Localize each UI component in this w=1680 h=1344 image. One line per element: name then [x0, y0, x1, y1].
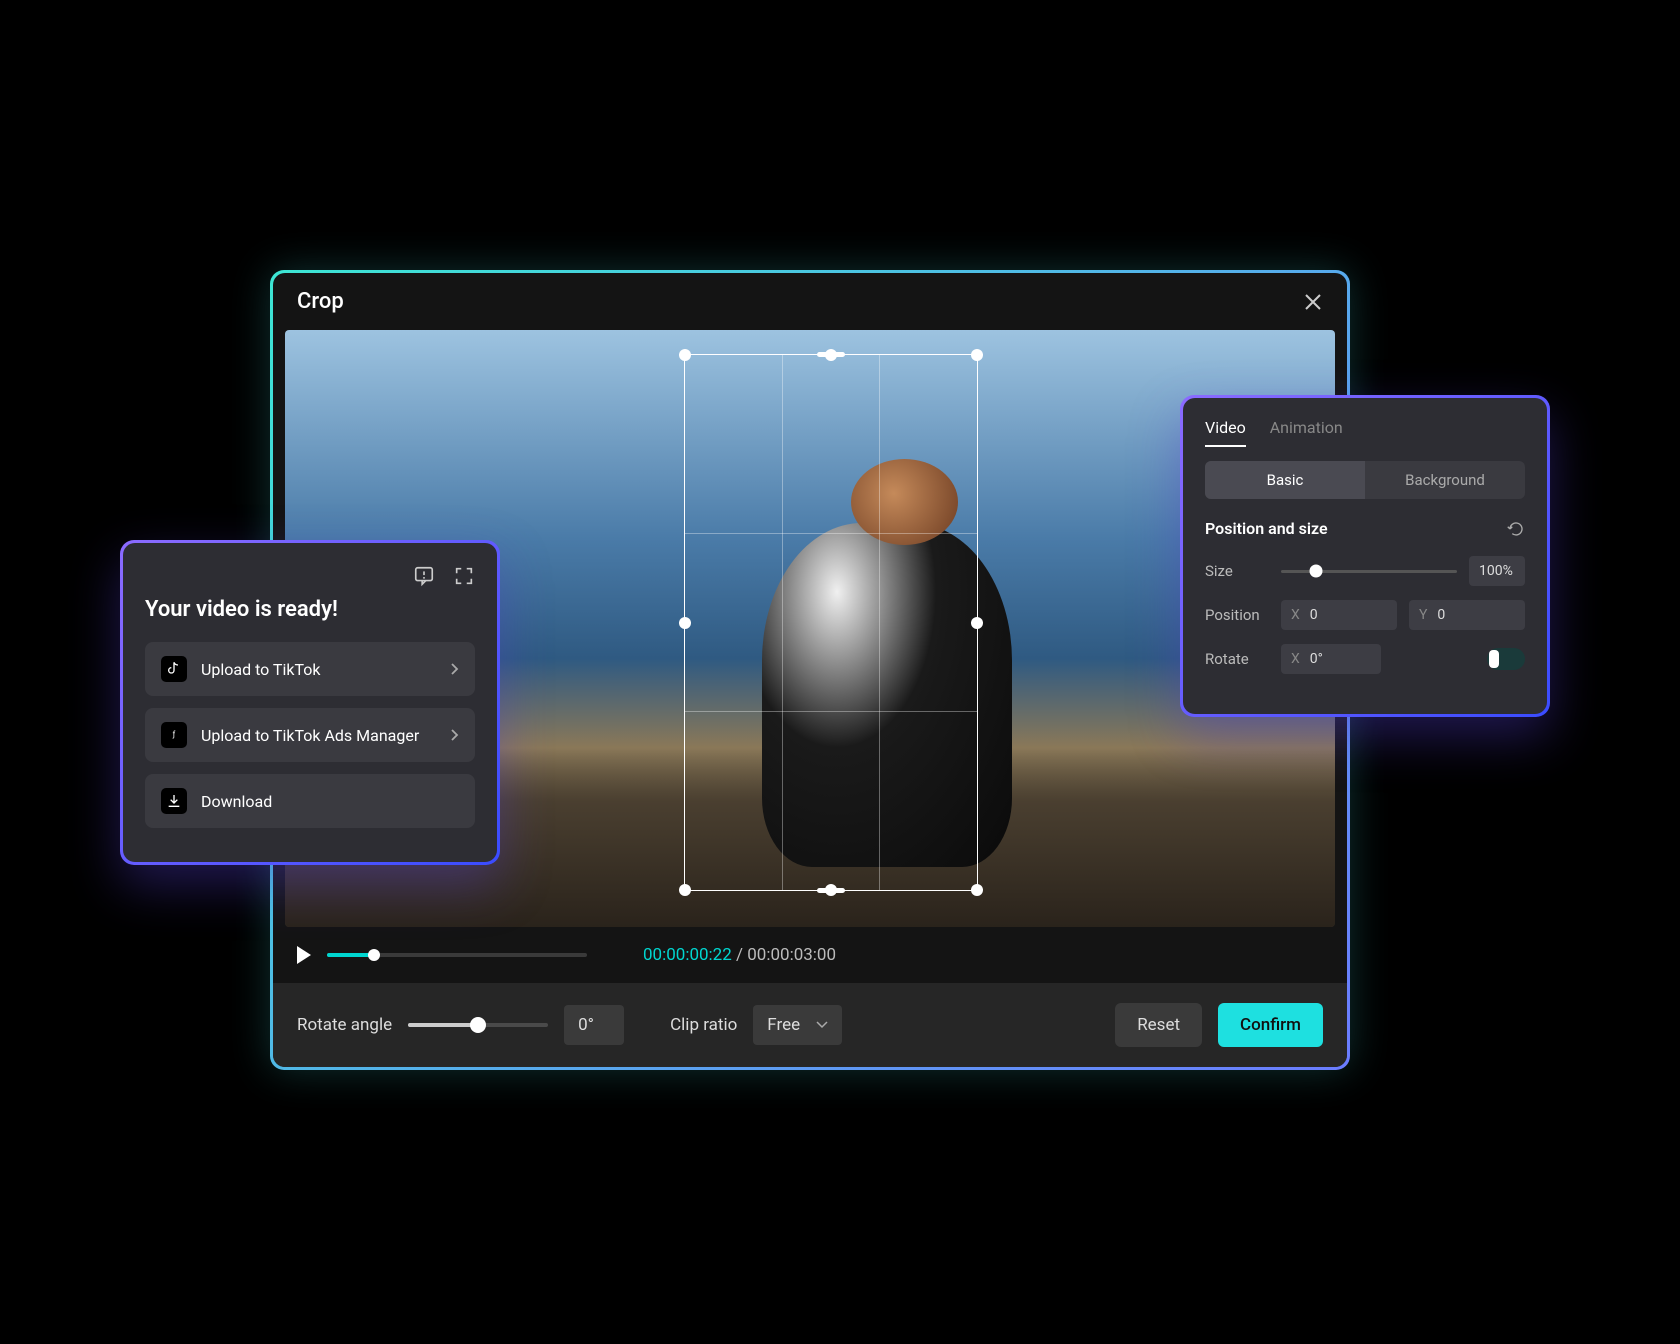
size-slider[interactable] [1281, 570, 1457, 573]
chevron-right-icon [450, 728, 459, 742]
properties-tabs: Video Animation [1205, 418, 1525, 447]
reset-button[interactable]: Reset [1115, 1003, 1202, 1047]
download-label: Download [201, 792, 459, 811]
video-ready-panel: Your video is ready! Upload to TikTok ƒ … [120, 540, 500, 865]
rotate-angle-knob[interactable] [470, 1017, 486, 1033]
rotate-angle-slider[interactable] [408, 1023, 548, 1027]
rotate-x-input[interactable]: X 0° [1281, 644, 1381, 674]
clip-ratio-value: Free [767, 1015, 800, 1035]
position-row: Position X 0 Y 0 [1205, 600, 1525, 630]
upload-tiktok-label: Upload to TikTok [201, 660, 436, 679]
segment-background[interactable]: Background [1365, 461, 1525, 499]
timecode-total: 00:00:03:00 [747, 945, 836, 965]
comment-icon[interactable] [413, 565, 435, 587]
download-icon [161, 788, 187, 814]
tiktok-icon [161, 656, 187, 682]
expand-icon[interactable] [453, 565, 475, 587]
confirm-button[interactable]: Confirm [1218, 1003, 1323, 1047]
crop-handle-tr[interactable] [971, 349, 983, 361]
position-label: Position [1205, 606, 1269, 624]
rotate-angle-label: Rotate angle [297, 1015, 392, 1035]
properties-segment: Basic Background [1205, 461, 1525, 499]
position-x-input[interactable]: X 0 [1281, 600, 1397, 630]
timecode: 00:00:00:22 / 00:00:03:00 [643, 945, 836, 965]
rotate-row: Rotate X 0° [1205, 644, 1525, 674]
size-label: Size [1205, 562, 1269, 580]
chevron-down-icon [816, 1021, 828, 1029]
crop-title: Crop [297, 289, 344, 314]
rotate-label: Rotate [1205, 650, 1269, 668]
position-size-title: Position and size [1205, 519, 1328, 538]
tab-video[interactable]: Video [1205, 418, 1246, 447]
position-y-input[interactable]: Y 0 [1409, 600, 1525, 630]
segment-basic[interactable]: Basic [1205, 461, 1365, 499]
tiktok-ads-icon: ƒ [161, 722, 187, 748]
size-value-input[interactable]: 100% [1469, 556, 1525, 586]
crop-handle-lm[interactable] [679, 617, 691, 629]
upload-ads-manager-button[interactable]: ƒ Upload to TikTok Ads Manager [145, 708, 475, 762]
timecode-current: 00:00:00:22 [643, 945, 732, 965]
reset-section-icon[interactable] [1507, 520, 1525, 538]
properties-panel: Video Animation Basic Background Positio… [1180, 395, 1550, 717]
size-slider-knob[interactable] [1310, 565, 1323, 578]
ready-title: Your video is ready! [145, 597, 475, 622]
timeline-knob[interactable] [368, 949, 380, 961]
crop-header: Crop [273, 273, 1347, 330]
rotate-angle-input[interactable]: 0° [564, 1005, 624, 1045]
chevron-right-icon [450, 662, 459, 676]
upload-ads-manager-label: Upload to TikTok Ads Manager [201, 726, 436, 745]
play-icon[interactable] [297, 946, 311, 964]
clip-ratio-label: Clip ratio [670, 1015, 737, 1035]
crop-handle-rm[interactable] [971, 617, 983, 629]
crop-controls-bar: Rotate angle 0° Clip ratio Free Reset Co… [273, 983, 1347, 1067]
position-size-header: Position and size [1205, 519, 1525, 538]
crop-handle-tm[interactable] [825, 349, 837, 361]
tab-animation[interactable]: Animation [1270, 418, 1343, 447]
crop-selection[interactable] [684, 354, 978, 891]
position-x-value: 0 [1310, 607, 1318, 623]
size-row: Size 100% [1205, 556, 1525, 586]
crop-handle-tl[interactable] [679, 349, 691, 361]
position-y-value: 0 [1437, 607, 1445, 623]
rotate-x-value: 0° [1310, 651, 1323, 667]
download-button[interactable]: Download [145, 774, 475, 828]
timeline-slider[interactable] [327, 953, 587, 957]
rotate-link-toggle[interactable] [1487, 648, 1525, 670]
clip-ratio-dropdown[interactable]: Free [753, 1005, 842, 1045]
close-icon[interactable] [1303, 292, 1323, 312]
upload-tiktok-button[interactable]: Upload to TikTok [145, 642, 475, 696]
playback-bar: 00:00:00:22 / 00:00:03:00 [273, 927, 1347, 983]
